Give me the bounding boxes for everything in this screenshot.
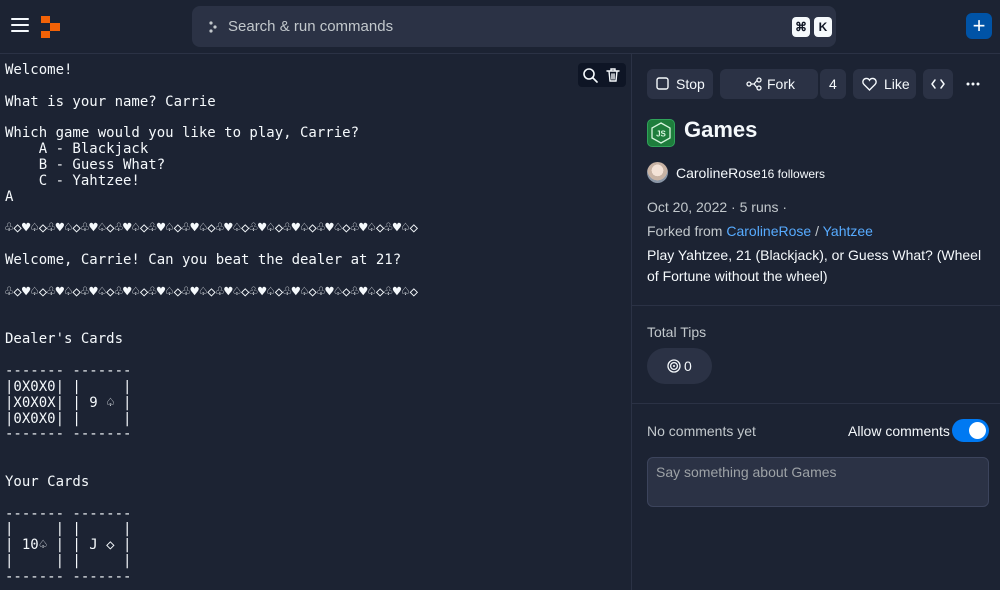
svg-text:JS: JS (656, 130, 666, 139)
repl-meta: Oct 20, 2022 · 5 runs · (647, 199, 788, 215)
section-divider (632, 403, 1000, 404)
comment-input[interactable] (647, 457, 989, 507)
allow-comments-label: Allow comments (848, 423, 950, 439)
fork-button[interactable]: Fork (720, 69, 818, 99)
create-repl-button[interactable]: + (966, 13, 992, 39)
fork-count[interactable]: 4 (820, 69, 846, 99)
cycles-icon (667, 359, 681, 373)
console-toolbar (578, 63, 626, 87)
search-icon[interactable] (582, 67, 598, 83)
author-name[interactable]: CarolineRose (676, 165, 761, 181)
run-count: 5 runs (739, 199, 779, 215)
command-icon (209, 21, 217, 33)
more-options-icon[interactable] (966, 82, 980, 86)
console-panel[interactable]: Welcome! What is your name? Carrie Which… (0, 54, 631, 590)
follower-count: 16 followers (761, 167, 826, 181)
avatar[interactable] (647, 162, 668, 183)
stop-label: Stop (676, 76, 705, 92)
repl-title: Games (684, 117, 758, 142)
console-output: Welcome! What is your name? Carrie Which… (5, 62, 419, 585)
publish-date: Oct 20, 2022 (647, 199, 728, 215)
shortcut-key-k: K (814, 17, 832, 37)
trash-icon[interactable] (605, 67, 621, 83)
forked-user-link[interactable]: CarolineRose (726, 223, 811, 239)
like-button[interactable]: Like (853, 69, 916, 99)
allow-comments-toggle[interactable] (952, 419, 989, 442)
heart-icon (862, 77, 877, 91)
replit-logo-icon[interactable] (40, 15, 62, 39)
like-label: Like (884, 76, 910, 92)
total-tips-label: Total Tips (647, 324, 707, 340)
stop-button[interactable]: Stop (647, 69, 713, 99)
shortcut-key-cmd: ⌘ (792, 17, 810, 37)
tips-value: 0 (684, 358, 692, 374)
top-bar: Search & run commands ⌘ K + (0, 0, 1000, 54)
forked-from: Forked from CarolineRose / Yahtzee (647, 223, 873, 239)
command-search-bar[interactable]: Search & run commands ⌘ K (192, 6, 836, 47)
stop-icon (656, 77, 669, 90)
section-divider (632, 305, 1000, 306)
embed-code-button[interactable] (923, 69, 953, 99)
repl-info-panel: Stop Fork 4 Like JS Games CarolineRose 1… (632, 54, 1000, 590)
fork-icon (746, 77, 762, 91)
forked-repl-link[interactable]: Yahtzee (823, 223, 873, 239)
search-placeholder: Search & run commands (228, 18, 394, 35)
tip-button[interactable]: 0 (647, 348, 712, 384)
nodejs-icon: JS (647, 119, 675, 147)
fork-label: Fork (767, 76, 795, 92)
repl-description: Play Yahtzee, 21 (Blackjack), or Guess W… (647, 247, 982, 284)
menu-icon[interactable] (11, 18, 29, 32)
toggle-knob (969, 422, 986, 439)
code-icon (931, 79, 945, 89)
comments-status: No comments yet (647, 423, 756, 439)
